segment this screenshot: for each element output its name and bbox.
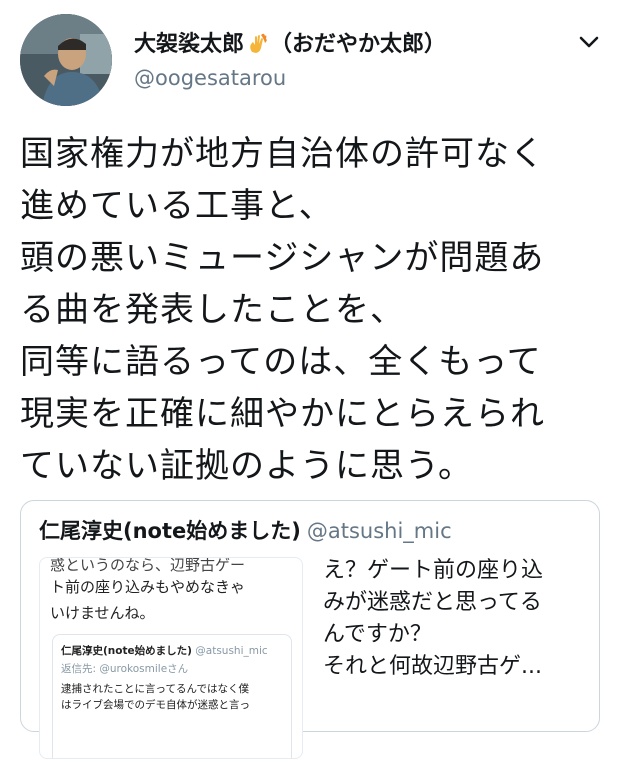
embedded-text-line: はライブ会場でのデモ自体が迷惑と言っ [61, 699, 250, 711]
image-text-line: いけませんね。 [50, 604, 155, 622]
quoted-handle: @atsushi_mic [306, 519, 452, 543]
embedded-handle: @atsushi_mic [195, 645, 268, 657]
quoted-tweet[interactable]: 仁尾淳史(note始めました) @atsushi_mic 惑というのなら、辺野古ゲ… [20, 500, 600, 759]
quoted-tweet-image[interactable]: 惑というのなら、辺野古ゲー ト前の座り込みもやめなきゃ いけませんね。 仁尾淳史… [39, 557, 303, 759]
tweet-text-line: 頭の悪いミュージシャンが問題あ [20, 238, 545, 278]
chevron-down-icon[interactable] [578, 34, 600, 50]
display-name[interactable]: 大袈裟太郎 （おだやか太郎） [134, 26, 446, 58]
embedded-tweet-header: 仁尾淳史(note始めました) @atsushi_mic [61, 643, 268, 658]
image-text-line: ト前の座り込みもやめなきゃ [50, 578, 246, 596]
quoted-display-name: 仁尾淳史(note始めました) [39, 519, 301, 543]
quoted-text-line: それと何故辺野古ゲ... [323, 654, 542, 679]
tweet-text-line: ていない証拠のように思う。 [20, 446, 473, 486]
quoted-tweet-text: え？ゲート前の座り込 みが迷惑だと思ってる んですか？ それと何故辺野古ゲ... [323, 555, 593, 683]
embedded-display-name: 仁尾淳史(note始めました) [61, 645, 192, 657]
embedded-tweet-text: 逮捕されたことに言ってるんではなく僕 はライブ会場でのデモ自体が迷惑と言っ [61, 681, 287, 713]
display-name-text: 大袈裟太郎 [134, 32, 245, 57]
reply-to-handle: @urokosmileさん [99, 663, 189, 675]
quoted-text-line: んですか？ [323, 622, 432, 647]
tweet-header: 大袈裟太郎 （おだやか太郎） @oogesatarou [0, 0, 620, 120]
embedded-reply-to: 返信先: @urokosmileさん [61, 661, 188, 676]
avatar[interactable] [20, 14, 112, 106]
embedded-tweet-card: 仁尾淳史(note始めました) @atsushi_mic 返信先: @uroko… [52, 634, 292, 758]
quoted-tweet-header: 仁尾淳史(note始めました) @atsushi_mic [39, 515, 452, 545]
user-handle[interactable]: @oogesatarou [134, 66, 286, 90]
embedded-text-line: 逮捕されたことに言ってるんではなく僕 [61, 683, 249, 695]
tweet-text-line: 同等に語るってのは、全くもって [20, 342, 542, 382]
quoted-text-line: みが迷惑だと思ってる [323, 590, 542, 615]
quoted-text-line: え？ゲート前の座り込 [323, 558, 544, 583]
tweet-text: 国家権力が地方自治体の許可なく 進めている工事と、 頭の悪いミュージシャンが問題… [20, 128, 605, 492]
image-text-line: 惑というのなら、辺野古ゲー [50, 557, 246, 574]
fire-hand-icon [246, 32, 268, 54]
tweet-text-line: 現実を正確に細やかにとらえられ [20, 394, 545, 434]
tweet-text-line: 進めている工事と、 [20, 186, 334, 226]
reply-prefix: 返信先: [61, 663, 97, 675]
tweet-text-line: る曲を発表したことを、 [20, 290, 405, 330]
display-name-suffix: （おだやか太郎） [270, 32, 447, 57]
tweet-text-line: 国家権力が地方自治体の許可なく [20, 134, 545, 174]
